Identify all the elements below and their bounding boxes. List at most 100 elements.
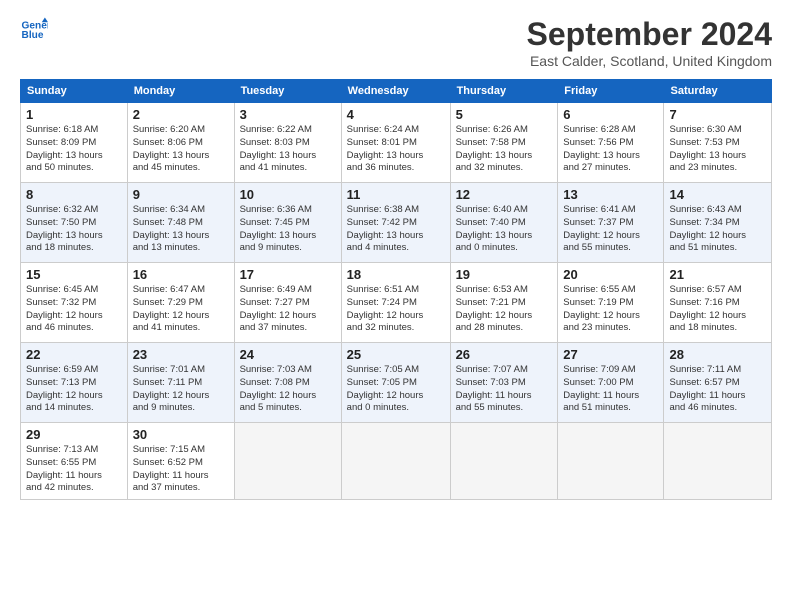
day-info: Sunrise: 6:57 AMSunset: 7:16 PMDaylight:… xyxy=(669,284,766,335)
calendar-cell: 1 Sunrise: 6:18 AMSunset: 8:09 PMDaylight… xyxy=(21,103,128,183)
calendar-cell: 2 Sunrise: 6:20 AMSunset: 8:06 PMDaylight… xyxy=(127,103,234,183)
weekday-header-thursday: Thursday xyxy=(450,80,558,103)
calendar-cell: 8Sunrise: 6:32 AMSunset: 7:50 PMDaylight… xyxy=(21,183,128,263)
calendar-cell: 20 Sunrise: 6:55 AMSunset: 7:19 PMDayligh… xyxy=(558,263,664,343)
day-number: 23 xyxy=(133,347,229,362)
day-info: Sunrise: 7:09 AMSunset: 7:00 PMDaylight:… xyxy=(563,364,658,415)
day-info: Sunrise: 7:01 AMSunset: 7:11 PMDaylight:… xyxy=(133,364,229,415)
calendar-cell: 12Sunrise: 6:40 AMSunset: 7:40 PMDayligh… xyxy=(450,183,558,263)
calendar-cell: 7 Sunrise: 6:30 AMSunset: 7:53 PMDaylight… xyxy=(664,103,772,183)
calendar-cell: 13Sunrise: 6:41 AMSunset: 7:37 PMDayligh… xyxy=(558,183,664,263)
day-info: Sunrise: 7:15 AMSunset: 6:52 PMDaylight:… xyxy=(133,444,229,495)
day-number: 9 xyxy=(133,187,229,202)
day-info: Sunrise: 6:43 AMSunset: 7:34 PMDaylight:… xyxy=(669,204,766,255)
calendar-cell: 28 Sunrise: 7:11 AMSunset: 6:57 PMDayligh… xyxy=(664,343,772,423)
day-number: 28 xyxy=(669,347,766,362)
page-header: General Blue September 2024 East Calder,… xyxy=(20,16,772,69)
calendar-table: SundayMondayTuesdayWednesdayThursdayFrid… xyxy=(20,79,772,500)
calendar-cell: 3 Sunrise: 6:22 AMSunset: 8:03 PMDaylight… xyxy=(234,103,341,183)
day-number: 20 xyxy=(563,267,658,282)
day-number: 24 xyxy=(240,347,336,362)
calendar-cell: 14 Sunrise: 6:43 AMSunset: 7:34 PMDayligh… xyxy=(664,183,772,263)
day-info: Sunrise: 6:26 AMSunset: 7:58 PMDaylight:… xyxy=(456,124,553,175)
calendar-cell: 6 Sunrise: 6:28 AMSunset: 7:56 PMDaylight… xyxy=(558,103,664,183)
calendar-cell: 19 Sunrise: 6:53 AMSunset: 7:21 PMDayligh… xyxy=(450,263,558,343)
day-info: Sunrise: 6:49 AMSunset: 7:27 PMDaylight:… xyxy=(240,284,336,335)
day-info: Sunrise: 6:20 AMSunset: 8:06 PMDaylight:… xyxy=(133,124,229,175)
calendar-cell xyxy=(341,423,450,500)
day-info: Sunrise: 6:34 AMSunset: 7:48 PMDaylight:… xyxy=(133,204,229,255)
day-number: 18 xyxy=(347,267,445,282)
day-number: 4 xyxy=(347,107,445,122)
day-info: Sunrise: 6:45 AMSunset: 7:32 PMDaylight:… xyxy=(26,284,122,335)
calendar-cell: 30Sunrise: 7:15 AMSunset: 6:52 PMDayligh… xyxy=(127,423,234,500)
day-info: Sunrise: 7:11 AMSunset: 6:57 PMDaylight:… xyxy=(669,364,766,415)
day-info: Sunrise: 7:07 AMSunset: 7:03 PMDaylight:… xyxy=(456,364,553,415)
day-info: Sunrise: 6:59 AMSunset: 7:13 PMDaylight:… xyxy=(26,364,122,415)
day-info: Sunrise: 6:22 AMSunset: 8:03 PMDaylight:… xyxy=(240,124,336,175)
calendar-cell: 29 Sunrise: 7:13 AMSunset: 6:55 PMDayligh… xyxy=(21,423,128,500)
calendar-cell: 27 Sunrise: 7:09 AMSunset: 7:00 PMDayligh… xyxy=(558,343,664,423)
calendar-cell: 5 Sunrise: 6:26 AMSunset: 7:58 PMDaylight… xyxy=(450,103,558,183)
day-number: 15 xyxy=(26,267,122,282)
calendar-cell: 26 Sunrise: 7:07 AMSunset: 7:03 PMDayligh… xyxy=(450,343,558,423)
weekday-header-monday: Monday xyxy=(127,80,234,103)
day-info: Sunrise: 6:18 AMSunset: 8:09 PMDaylight:… xyxy=(26,124,122,175)
day-info: Sunrise: 6:24 AMSunset: 8:01 PMDaylight:… xyxy=(347,124,445,175)
weekday-header-tuesday: Tuesday xyxy=(234,80,341,103)
title-block: September 2024 East Calder, Scotland, Un… xyxy=(527,16,772,69)
day-number: 1 xyxy=(26,107,122,122)
day-info: Sunrise: 6:53 AMSunset: 7:21 PMDaylight:… xyxy=(456,284,553,335)
calendar-cell: 25 Sunrise: 7:05 AMSunset: 7:05 PMDayligh… xyxy=(341,343,450,423)
day-number: 29 xyxy=(26,427,122,442)
svg-text:Blue: Blue xyxy=(22,30,44,41)
calendar-cell: 9 Sunrise: 6:34 AMSunset: 7:48 PMDaylight… xyxy=(127,183,234,263)
calendar-cell: 15 Sunrise: 6:45 AMSunset: 7:32 PMDayligh… xyxy=(21,263,128,343)
calendar-cell: 24Sunrise: 7:03 AMSunset: 7:08 PMDayligh… xyxy=(234,343,341,423)
calendar-cell: 23 Sunrise: 7:01 AMSunset: 7:11 PMDayligh… xyxy=(127,343,234,423)
day-number: 19 xyxy=(456,267,553,282)
day-number: 6 xyxy=(563,107,658,122)
day-number: 2 xyxy=(133,107,229,122)
day-number: 12 xyxy=(456,187,553,202)
calendar-cell: 22Sunrise: 6:59 AMSunset: 7:13 PMDayligh… xyxy=(21,343,128,423)
calendar-cell: 11 Sunrise: 6:38 AMSunset: 7:42 PMDayligh… xyxy=(341,183,450,263)
weekday-header-saturday: Saturday xyxy=(664,80,772,103)
month-title: September 2024 xyxy=(527,16,772,53)
day-number: 10 xyxy=(240,187,336,202)
day-info: Sunrise: 7:13 AMSunset: 6:55 PMDaylight:… xyxy=(26,444,122,495)
day-number: 11 xyxy=(347,187,445,202)
weekday-header-sunday: Sunday xyxy=(21,80,128,103)
day-number: 7 xyxy=(669,107,766,122)
day-info: Sunrise: 6:32 AMSunset: 7:50 PMDaylight:… xyxy=(26,204,122,255)
day-info: Sunrise: 6:38 AMSunset: 7:42 PMDaylight:… xyxy=(347,204,445,255)
calendar-cell xyxy=(234,423,341,500)
day-info: Sunrise: 6:55 AMSunset: 7:19 PMDaylight:… xyxy=(563,284,658,335)
day-info: Sunrise: 6:51 AMSunset: 7:24 PMDaylight:… xyxy=(347,284,445,335)
calendar-cell xyxy=(664,423,772,500)
weekday-header-wednesday: Wednesday xyxy=(341,80,450,103)
weekday-header-friday: Friday xyxy=(558,80,664,103)
calendar-cell: 18 Sunrise: 6:51 AMSunset: 7:24 PMDayligh… xyxy=(341,263,450,343)
day-number: 21 xyxy=(669,267,766,282)
day-info: Sunrise: 6:30 AMSunset: 7:53 PMDaylight:… xyxy=(669,124,766,175)
day-number: 16 xyxy=(133,267,229,282)
day-info: Sunrise: 7:05 AMSunset: 7:05 PMDaylight:… xyxy=(347,364,445,415)
location: East Calder, Scotland, United Kingdom xyxy=(527,53,772,69)
day-number: 14 xyxy=(669,187,766,202)
calendar-cell: 10 Sunrise: 6:36 AMSunset: 7:45 PMDayligh… xyxy=(234,183,341,263)
day-number: 26 xyxy=(456,347,553,362)
day-number: 3 xyxy=(240,107,336,122)
logo-icon: General Blue xyxy=(20,16,48,44)
day-info: Sunrise: 6:36 AMSunset: 7:45 PMDaylight:… xyxy=(240,204,336,255)
day-number: 25 xyxy=(347,347,445,362)
calendar-cell xyxy=(450,423,558,500)
day-number: 17 xyxy=(240,267,336,282)
day-info: Sunrise: 6:47 AMSunset: 7:29 PMDaylight:… xyxy=(133,284,229,335)
day-number: 5 xyxy=(456,107,553,122)
day-number: 27 xyxy=(563,347,658,362)
logo: General Blue xyxy=(20,16,48,44)
day-info: Sunrise: 6:28 AMSunset: 7:56 PMDaylight:… xyxy=(563,124,658,175)
calendar-cell xyxy=(558,423,664,500)
day-number: 13 xyxy=(563,187,658,202)
